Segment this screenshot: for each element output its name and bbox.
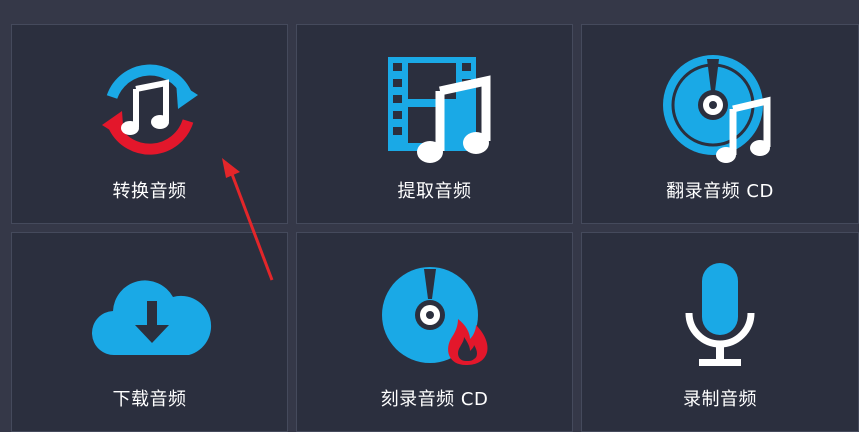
record-audio-label: 录制音频 [683,389,757,410]
extract-audio-tile[interactable]: 提取音频 [296,24,573,224]
rip-audio-cd-label: 翻录音频 CD [666,181,774,202]
cd-burn-icon [297,263,572,373]
rip-audio-cd-tile[interactable]: 翻录音频 CD [581,24,859,224]
burn-audio-cd-label: 刻录音频 CD [380,389,489,410]
download-audio-tile[interactable]: 下载音频 [11,232,288,432]
record-audio-tile[interactable]: 录制音频 [581,232,859,432]
convert-audio-tile[interactable]: 转换音频 [11,24,288,224]
cloud-download-icon [12,263,287,373]
cd-music-icon [582,55,858,165]
microphone-icon [582,263,858,373]
burn-audio-cd-tile[interactable]: 刻录音频 CD [296,232,573,432]
film-music-icon [297,55,572,165]
audio-tools-panel: 转换音频 提取音频 翻录音频 CD 下载音频 刻录音频 CD 录制音频 [0,0,859,432]
convert-audio-icon [12,55,287,165]
extract-audio-label: 提取音频 [397,181,472,202]
convert-audio-label: 转换音频 [112,181,187,202]
download-audio-label: 下载音频 [112,389,187,410]
